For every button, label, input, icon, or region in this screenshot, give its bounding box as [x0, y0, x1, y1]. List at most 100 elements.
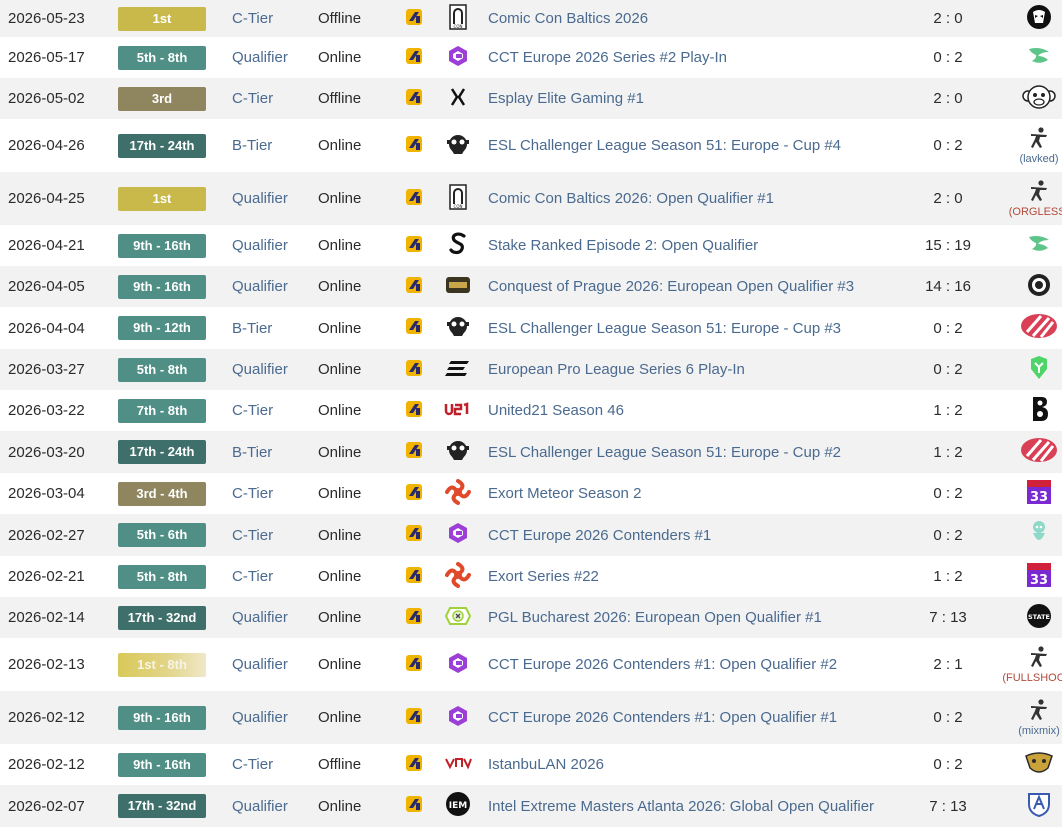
- tournament-link[interactable]: ESL Challenger League Season 51: Europe …: [482, 119, 904, 172]
- cct-icon[interactable]: [447, 45, 469, 71]
- game-icon[interactable]: [405, 317, 423, 339]
- tier-link[interactable]: C-Tier: [228, 473, 312, 514]
- istanbulan-icon[interactable]: [444, 755, 472, 775]
- red-stripes-icon[interactable]: [1019, 312, 1059, 343]
- placement-cell: 17th - 32nd: [116, 597, 228, 638]
- tier-link[interactable]: C-Tier: [228, 0, 312, 37]
- tournament-link[interactable]: United21 Season 46: [482, 390, 904, 431]
- tournament-link[interactable]: PGL Bucharest 2026: European Open Qualif…: [482, 597, 904, 638]
- tournament-link[interactable]: Intel Extreme Masters Atlanta 2026: Glob…: [482, 785, 904, 827]
- cct-icon[interactable]: [447, 652, 469, 678]
- tier-link[interactable]: Qualifier: [228, 172, 312, 225]
- soldier-icon[interactable]: [1027, 126, 1051, 153]
- tier-link[interactable]: Qualifier: [228, 691, 312, 744]
- game-icon[interactable]: [405, 707, 423, 729]
- leaf-bird-icon[interactable]: [1026, 43, 1052, 72]
- round-emblem-icon[interactable]: [1027, 273, 1051, 300]
- leaf-bird-icon[interactable]: [1026, 231, 1052, 260]
- tier-link[interactable]: Qualifier: [228, 349, 312, 390]
- tournament-link[interactable]: CCT Europe 2026 Contenders #1: Open Qual…: [482, 691, 904, 744]
- tournament-link[interactable]: Conquest of Prague 2026: European Open Q…: [482, 266, 904, 307]
- stake-icon[interactable]: [448, 232, 468, 260]
- betera-33-icon[interactable]: 33: [1026, 479, 1052, 508]
- opponent-note[interactable]: (FULLSHOCK): [1002, 673, 1062, 684]
- cct-icon[interactable]: [447, 522, 469, 548]
- soldier-icon[interactable]: [1027, 698, 1051, 725]
- game-icon[interactable]: [405, 47, 423, 69]
- tier-link[interactable]: C-Tier: [228, 514, 312, 556]
- game-icon[interactable]: [405, 88, 423, 110]
- tier-link[interactable]: Qualifier: [228, 638, 312, 691]
- tournament-link[interactable]: ESL Challenger League Season 51: Europe …: [482, 307, 904, 349]
- soldier-icon[interactable]: [1027, 645, 1051, 672]
- tier-link[interactable]: C-Tier: [228, 390, 312, 431]
- tier-link[interactable]: B-Tier: [228, 119, 312, 172]
- game-icon[interactable]: [405, 135, 423, 157]
- skull-mask-icon[interactable]: [1026, 4, 1052, 33]
- tier-link[interactable]: C-Tier: [228, 78, 312, 119]
- game-icon[interactable]: [405, 654, 423, 676]
- golden-beast-icon[interactable]: [1024, 750, 1054, 779]
- soldier-icon[interactable]: [1027, 179, 1051, 206]
- tier-link[interactable]: B-Tier: [228, 307, 312, 349]
- betera-33-icon[interactable]: 33: [1026, 562, 1052, 591]
- tournament-link[interactable]: Comic Con Baltics 2026: [482, 0, 904, 37]
- monkey-icon[interactable]: [1022, 84, 1056, 113]
- exort-icon[interactable]: [445, 478, 471, 509]
- tournament-link[interactable]: ESL Challenger League Season 51: Europe …: [482, 431, 904, 473]
- game-icon[interactable]: [405, 566, 423, 588]
- tournament-link[interactable]: Exort Meteor Season 2: [482, 473, 904, 514]
- exort-icon[interactable]: [445, 561, 471, 592]
- teal-mascot-icon[interactable]: [1029, 519, 1049, 550]
- tier-link[interactable]: Qualifier: [228, 225, 312, 266]
- tournament-link[interactable]: Stake Ranked Episode 2: Open Qualifier: [482, 225, 904, 266]
- state-icon[interactable]: STATE: [1026, 603, 1052, 632]
- tier-link[interactable]: C-Tier: [228, 556, 312, 597]
- tier-link[interactable]: Qualifier: [228, 266, 312, 307]
- tournament-link[interactable]: CCT Europe 2026 Contenders #1: [482, 514, 904, 556]
- tier-link[interactable]: B-Tier: [228, 431, 312, 473]
- green-shield-icon[interactable]: [1028, 355, 1050, 384]
- cct-icon[interactable]: [447, 705, 469, 731]
- opponent-note[interactable]: (lavked): [1019, 154, 1058, 165]
- game-icon[interactable]: [405, 607, 423, 629]
- pgl-icon[interactable]: [444, 605, 472, 631]
- game-icon[interactable]: [405, 8, 423, 30]
- game-icon[interactable]: [405, 235, 423, 257]
- tournament-link[interactable]: IstanbuLAN 2026: [482, 744, 904, 785]
- tier-link[interactable]: C-Tier: [228, 744, 312, 785]
- game-icon[interactable]: [405, 795, 423, 817]
- opponent-note[interactable]: (ORGLESS): [1009, 207, 1062, 218]
- game-icon[interactable]: [405, 359, 423, 381]
- tournament-link[interactable]: European Pro League Series 6 Play-In: [482, 349, 904, 390]
- tournament-link[interactable]: Exort Series #22: [482, 556, 904, 597]
- opponent-note[interactable]: (mixmix): [1018, 726, 1060, 737]
- comic-con-icon[interactable]: CON: [448, 183, 468, 214]
- tier-link[interactable]: Qualifier: [228, 597, 312, 638]
- conquest-icon[interactable]: [445, 274, 471, 300]
- red-stripes-icon[interactable]: [1019, 436, 1059, 467]
- tier-link[interactable]: Qualifier: [228, 785, 312, 827]
- game-icon[interactable]: [405, 276, 423, 298]
- esl-icon[interactable]: [445, 438, 471, 466]
- tier-link[interactable]: Qualifier: [228, 37, 312, 78]
- tournament-link[interactable]: CCT Europe 2026 Contenders #1: Open Qual…: [482, 638, 904, 691]
- tournament-link[interactable]: Esplay Elite Gaming #1: [482, 78, 904, 119]
- game-icon[interactable]: [405, 754, 423, 776]
- game-icon[interactable]: [405, 483, 423, 505]
- comic-con-icon[interactable]: CON: [448, 3, 468, 34]
- iem-icon[interactable]: IEM: [445, 791, 471, 821]
- game-icon[interactable]: [405, 400, 423, 422]
- united21-icon[interactable]: [444, 401, 472, 420]
- game-icon[interactable]: [405, 441, 423, 463]
- esl-icon[interactable]: [445, 314, 471, 342]
- tournament-link[interactable]: Comic Con Baltics 2026: Open Qualifier #…: [482, 172, 904, 225]
- blue-shield-icon[interactable]: [1027, 791, 1051, 820]
- epl-icon[interactable]: [445, 359, 471, 381]
- game-icon[interactable]: [405, 524, 423, 546]
- esl-icon[interactable]: [445, 132, 471, 160]
- b8-icon[interactable]: [1028, 395, 1050, 426]
- tournament-link[interactable]: CCT Europe 2026 Series #2 Play-In: [482, 37, 904, 78]
- game-icon[interactable]: [405, 188, 423, 210]
- esplay-icon[interactable]: [447, 86, 469, 112]
